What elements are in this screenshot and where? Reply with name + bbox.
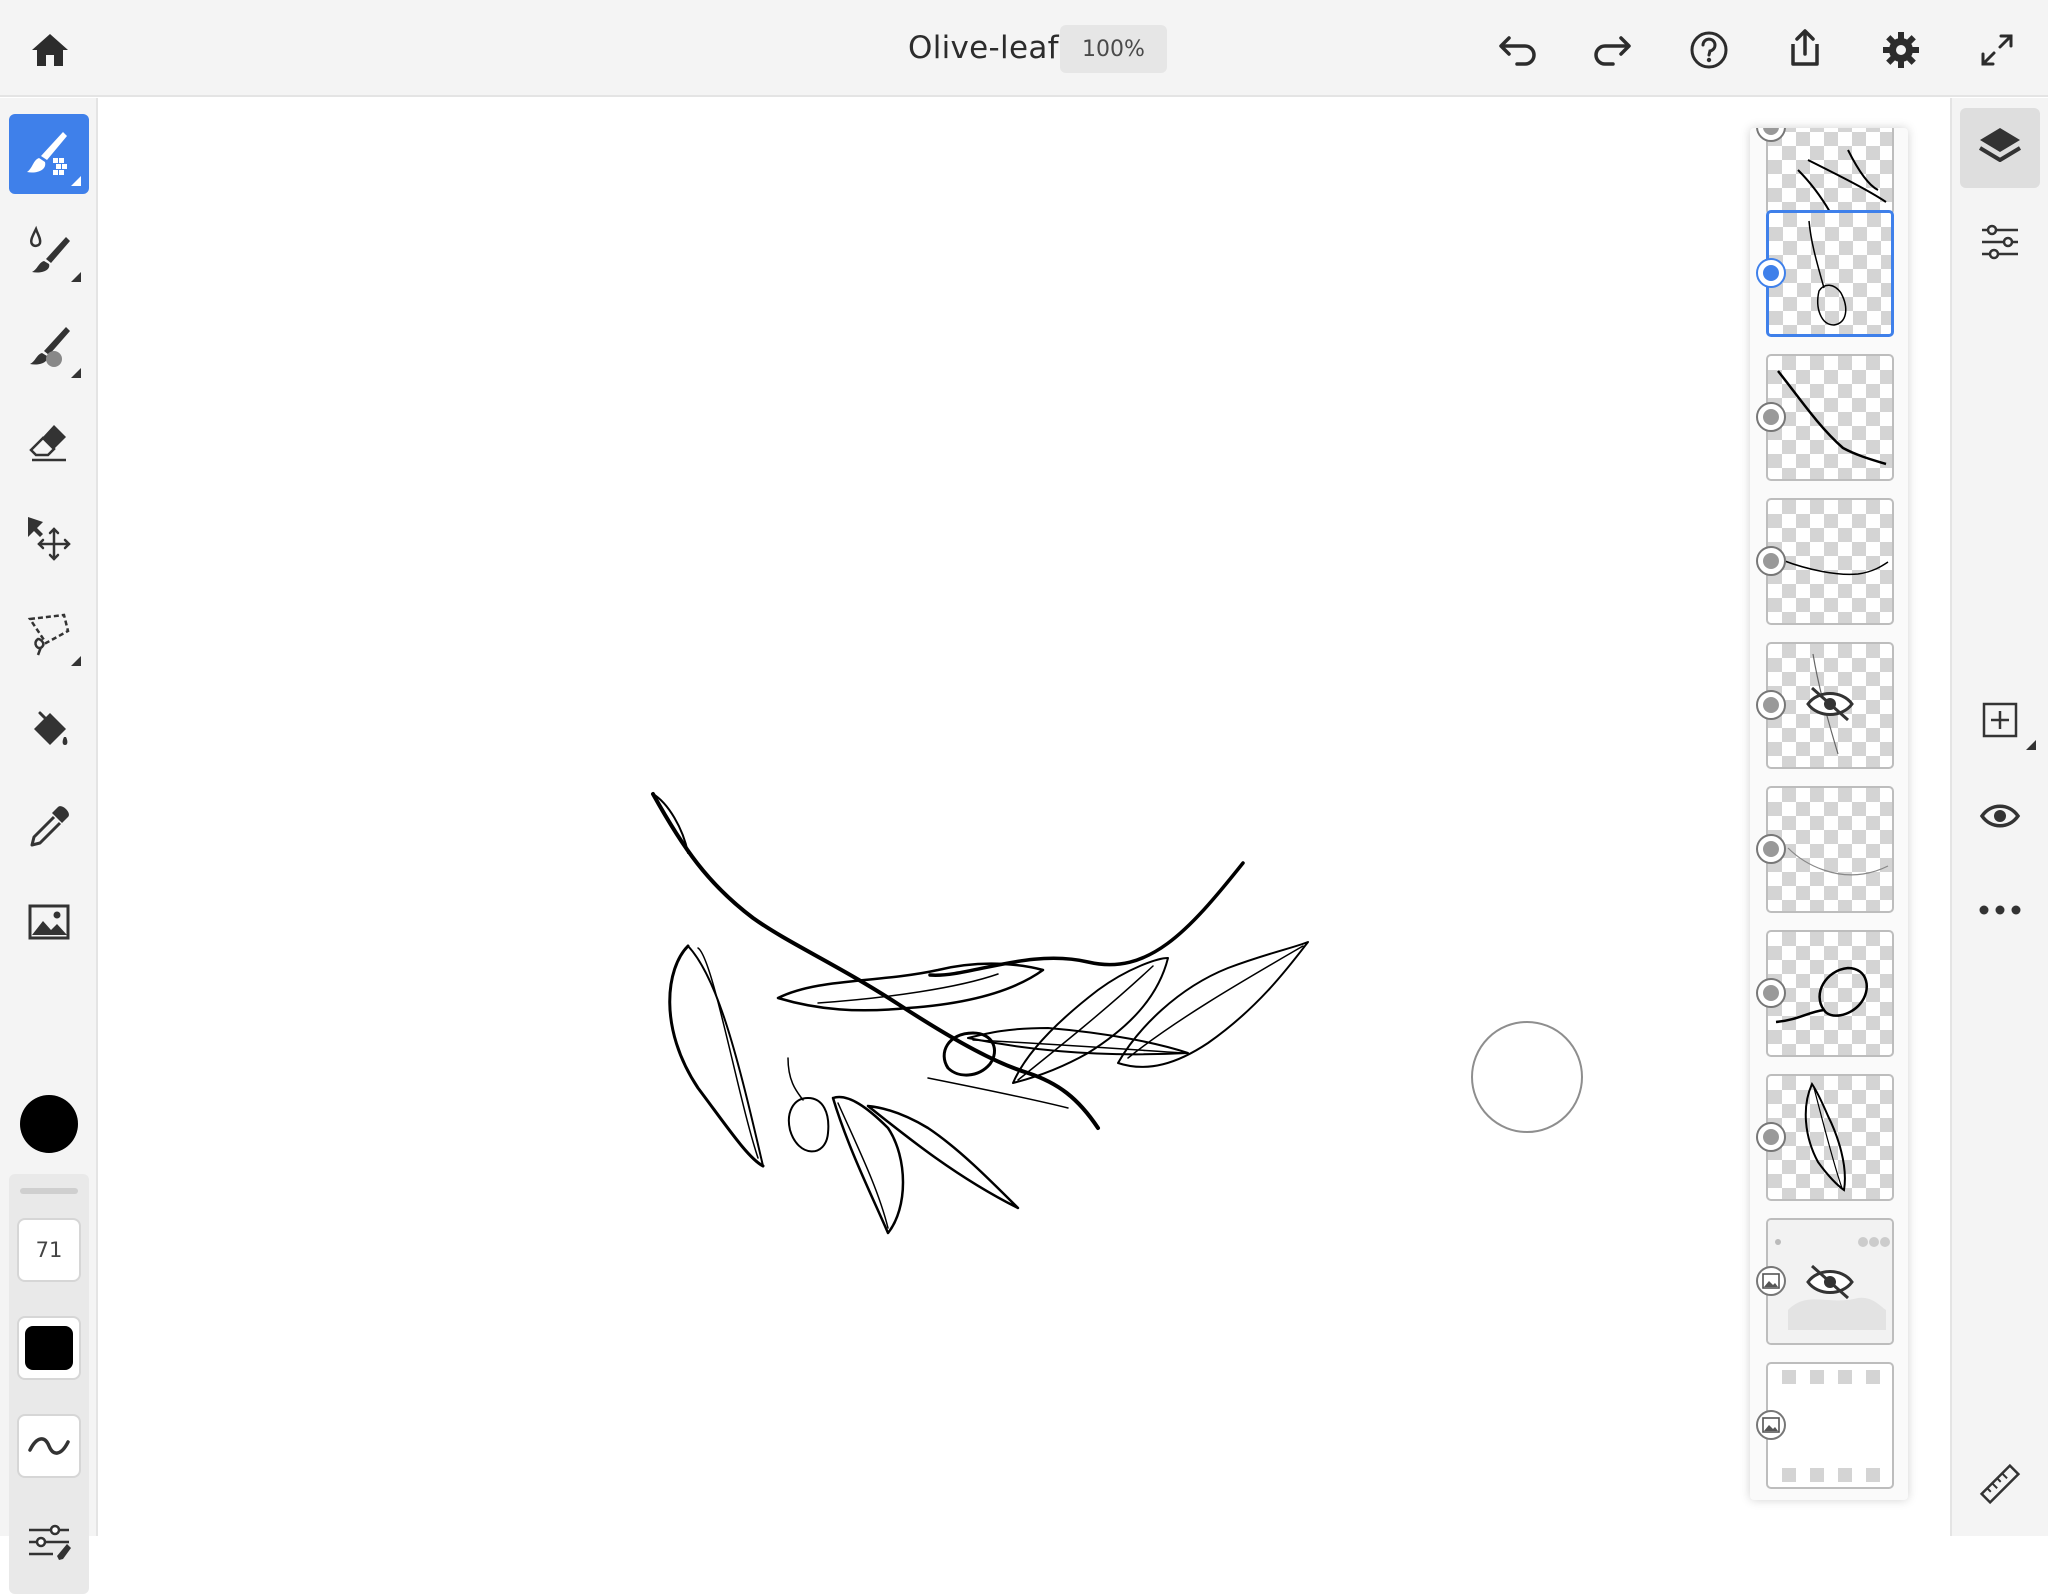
pixel-brush-icon xyxy=(27,132,67,175)
undo-icon[interactable] xyxy=(1494,27,1540,73)
gear-icon[interactable] xyxy=(1878,27,1924,73)
transform-tool[interactable] xyxy=(9,498,89,578)
canvas[interactable] xyxy=(98,98,1748,1536)
oil-brush-icon xyxy=(30,327,70,367)
top-bar: Olive-leaf 100% xyxy=(0,0,2048,97)
more-options-indicator xyxy=(2026,740,2036,750)
opacity-preview xyxy=(25,1326,73,1370)
lasso-select-icon xyxy=(27,613,70,656)
brush-properties: 71 xyxy=(9,1174,89,1594)
home-icon[interactable] xyxy=(26,28,74,72)
drag-handle[interactable] xyxy=(20,1188,78,1194)
watercolor-brush-tool[interactable] xyxy=(9,210,89,290)
adjustments-button[interactable] xyxy=(1960,202,2040,282)
layer-visibility-dot[interactable] xyxy=(1756,546,1786,576)
eye-icon xyxy=(1979,804,2021,828)
layer-visibility-dot[interactable] xyxy=(1756,402,1786,432)
right-toolbar xyxy=(1950,98,2048,1536)
layer-visibility-dot[interactable] xyxy=(1756,834,1786,864)
watercolor-brush-icon xyxy=(29,225,70,273)
more-options-indicator xyxy=(71,272,81,282)
ruler-button[interactable] xyxy=(1960,1444,2040,1524)
help-icon[interactable] xyxy=(1686,27,1732,73)
eraser-icon xyxy=(29,425,66,462)
adjustments-icon xyxy=(1982,224,2018,260)
eyedropper-icon xyxy=(30,806,69,847)
layers-panel xyxy=(1750,128,1908,1500)
add-layer-button[interactable] xyxy=(1960,680,2040,760)
add-layer-icon xyxy=(1982,702,2018,738)
share-icon[interactable] xyxy=(1782,25,1828,71)
document-title[interactable]: Olive-leaf xyxy=(908,30,1059,66)
left-toolbar: 71 xyxy=(0,98,98,1594)
paint-bucket-icon xyxy=(34,711,68,745)
brush-size-control[interactable]: 71 xyxy=(17,1218,81,1282)
image-tool[interactable] xyxy=(9,882,89,962)
brush-settings-icon xyxy=(29,1524,71,1560)
selection-tool[interactable] xyxy=(9,594,89,674)
layer-visibility-dot[interactable] xyxy=(1756,1122,1786,1152)
eyedropper-tool[interactable] xyxy=(9,786,89,866)
brush-settings-button[interactable] xyxy=(17,1510,81,1574)
image-layer-icon[interactable] xyxy=(1756,1266,1786,1296)
eraser-tool[interactable] xyxy=(9,402,89,482)
more-button[interactable] xyxy=(1960,870,2040,950)
redo-icon[interactable] xyxy=(1590,27,1636,73)
oil-brush-tool[interactable] xyxy=(9,306,89,386)
brush-opacity-control[interactable] xyxy=(17,1316,81,1380)
image-icon xyxy=(28,904,70,940)
layer-thumbnail[interactable] xyxy=(1766,128,1894,215)
image-layer-icon[interactable] xyxy=(1756,1410,1786,1440)
layer-visibility-dot[interactable] xyxy=(1756,690,1786,720)
brush-cursor xyxy=(1471,1021,1583,1133)
color-picker-swatch[interactable] xyxy=(20,1095,78,1153)
more-options-indicator xyxy=(71,176,81,186)
wave-icon xyxy=(28,1437,70,1455)
hidden-eye-icon xyxy=(1806,686,1854,722)
expand-icon[interactable] xyxy=(1974,27,2020,73)
more-options-indicator xyxy=(71,368,81,378)
move-transform-icon xyxy=(28,517,71,561)
pixel-brush-tool[interactable] xyxy=(9,114,89,194)
more-options-indicator xyxy=(71,656,81,666)
layers-button[interactable] xyxy=(1960,108,2040,188)
layer-visibility-dot[interactable] xyxy=(1756,258,1786,288)
more-icon xyxy=(1979,905,2021,915)
layer-visibility-dot[interactable] xyxy=(1756,978,1786,1008)
zoom-level[interactable]: 100% xyxy=(1060,25,1167,73)
ruler-icon xyxy=(1979,1463,2021,1505)
visibility-button[interactable] xyxy=(1960,776,2040,856)
layers-icon xyxy=(1978,128,2022,162)
smoothing-control[interactable] xyxy=(17,1414,81,1478)
fill-tool[interactable] xyxy=(9,690,89,770)
